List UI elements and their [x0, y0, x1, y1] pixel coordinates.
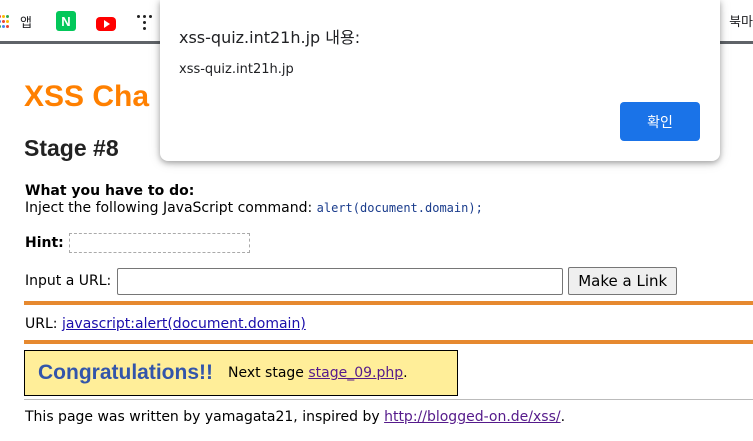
bookmark-youtube[interactable] [96, 13, 116, 35]
next-stage-link[interactable]: stage_09.php [308, 365, 403, 381]
url-result: URL: javascript:alert(document.domain) [25, 316, 306, 332]
footer-link[interactable]: http://blogged-on.de/xss/ [384, 409, 561, 425]
bookmark-apps[interactable]: 앱 [20, 10, 32, 32]
apps-grid-dot [6, 24, 9, 28]
dialog-ok-button[interactable]: 확인 [620, 102, 700, 141]
divider [24, 301, 753, 305]
url-result-link[interactable]: javascript:alert(document.domain) [62, 316, 306, 332]
apps-grid-dot [2, 24, 5, 28]
make-link-button[interactable]: Make a Link [568, 267, 678, 295]
footer: This page was written by yamagata21, ins… [25, 409, 565, 425]
bookmark-apps-label: 앱 [20, 15, 32, 31]
stage-title: Stage #8 [24, 135, 119, 161]
congrats-title: Congratulations!! [38, 361, 213, 384]
url-input-label: Input a URL: [25, 273, 112, 289]
naver-icon: N [56, 11, 76, 31]
url-form: Input a URL: Make a Link [25, 267, 678, 295]
page-title: XSS Cha [24, 80, 150, 113]
dots-logo-icon [137, 15, 153, 31]
bookmark-overflow-label[interactable]: 북마 [729, 11, 753, 30]
footer-divider [24, 399, 753, 400]
alert-dialog: xss-quiz.int21h.jp 내용: xss-quiz.int21h.j… [160, 0, 720, 161]
next-stage-suffix: . [403, 365, 408, 381]
task-heading: What you have to do: [25, 183, 195, 199]
bookmark-dots[interactable] [137, 12, 153, 34]
task-section: What you have to do: Inject the followin… [25, 183, 483, 217]
footer-text: This page was written by yamagata21, ins… [25, 409, 380, 425]
next-stage-text: Next stage [227, 365, 304, 381]
apps-grid-dot [0, 19, 1, 23]
hint-row: Hint: [25, 233, 250, 253]
hint-label: Hint: [25, 235, 64, 251]
youtube-icon [96, 17, 116, 31]
footer-suffix: . [560, 409, 566, 425]
apps-grid-dot [6, 14, 9, 18]
bookmark-naver[interactable]: N [56, 10, 76, 32]
url-input[interactable] [117, 267, 564, 295]
apps-grid-dot [2, 14, 5, 18]
task-text: Inject the following JavaScript command: [25, 200, 313, 216]
dialog-title: xss-quiz.int21h.jp 내용: [179, 28, 361, 47]
url-result-label: URL: [25, 316, 58, 332]
dialog-message: xss-quiz.int21h.jp [179, 62, 294, 77]
hint-box [68, 233, 250, 253]
divider [24, 340, 753, 344]
apps-grid-dot [0, 24, 1, 28]
apps-grid-dot [6, 19, 9, 23]
apps-grid-dot [2, 19, 5, 23]
apps-grid-icon[interactable] [0, 14, 10, 28]
next-stage: Next stage stage_09.php. [228, 365, 408, 381]
congrats-box: Congratulations!! Next stage stage_09.ph… [24, 350, 458, 396]
apps-grid-dot [0, 14, 1, 18]
task-code: alert(document.domain); [316, 201, 483, 215]
